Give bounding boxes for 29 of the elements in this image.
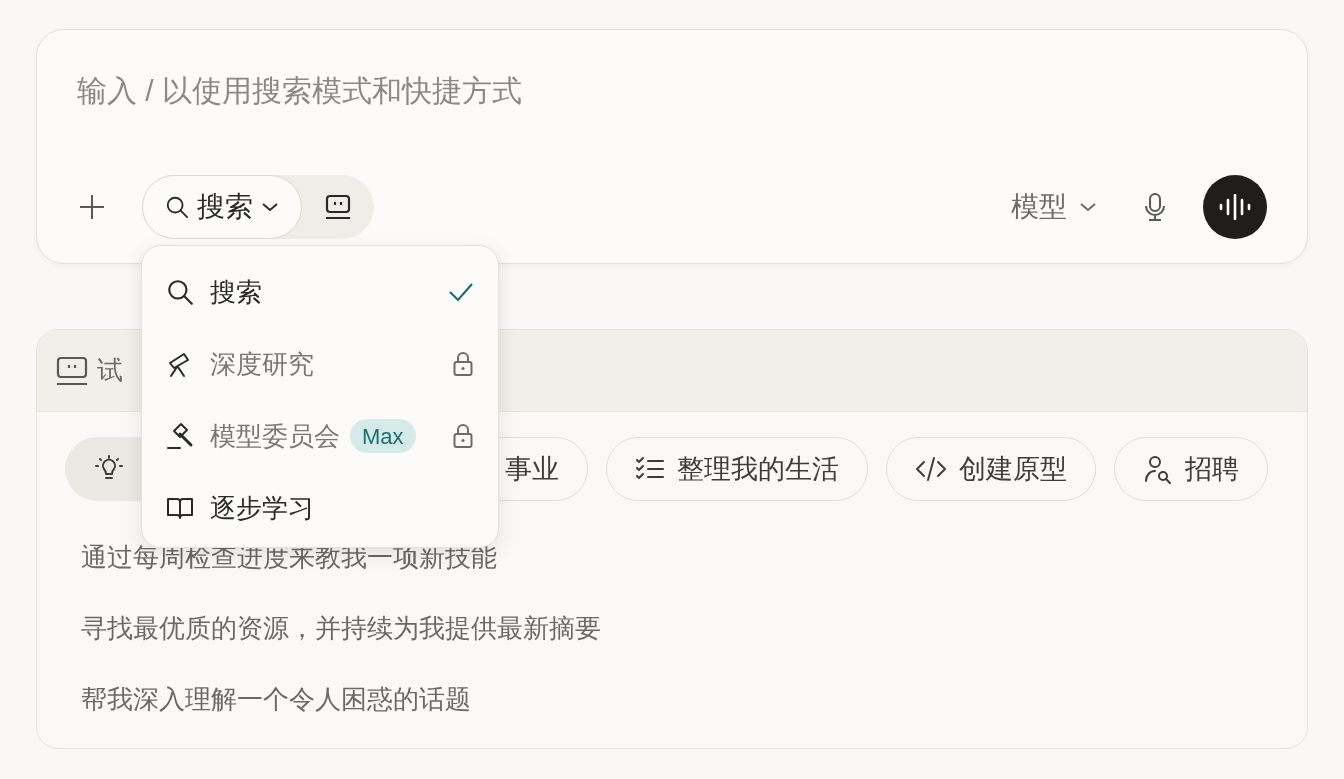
menu-item[interactable]: 逐步学习 [142,472,498,544]
gavel-icon [166,422,194,450]
input-field[interactable]: 输入 / 以使用搜索模式和快捷方式 [77,68,1267,112]
menu-item[interactable]: 搜索 [142,256,498,328]
microphone-icon[interactable] [1143,191,1167,223]
search-icon [166,278,194,306]
chevron-down-icon [1079,201,1097,213]
menu-item[interactable]: 模型委员会 Max [142,400,498,472]
search-mode-button[interactable]: 搜索 [142,175,302,239]
lock-icon [452,351,474,377]
screen-icon [55,355,89,386]
waveform-icon [1218,194,1252,220]
chevron-down-icon [261,201,279,213]
screen-icon[interactable] [324,194,352,220]
suggestion-item[interactable]: 帮我深入理解一个令人困惑的话题 [81,681,1263,717]
checklist-icon [635,456,665,482]
person-search-icon [1143,454,1173,484]
suggestion-chip[interactable]: 整理我的生活 [606,437,868,501]
model-selector[interactable]: 模型 [1011,186,1097,228]
search-icon [165,195,189,219]
suggestion-chip[interactable]: 创建原型 [886,437,1096,501]
code-icon [915,456,947,482]
plus-icon[interactable] [77,192,107,222]
suggestion-chip[interactable]: 招聘 [1114,437,1268,501]
plan-badge: Max [350,419,416,453]
menu-item[interactable]: 深度研究 [142,328,498,400]
lock-icon [452,423,474,449]
panel-title: 试 [97,354,123,387]
suggestion-item[interactable]: 寻找最优质的资源，并持续为我提供最新摘要 [81,610,1263,646]
